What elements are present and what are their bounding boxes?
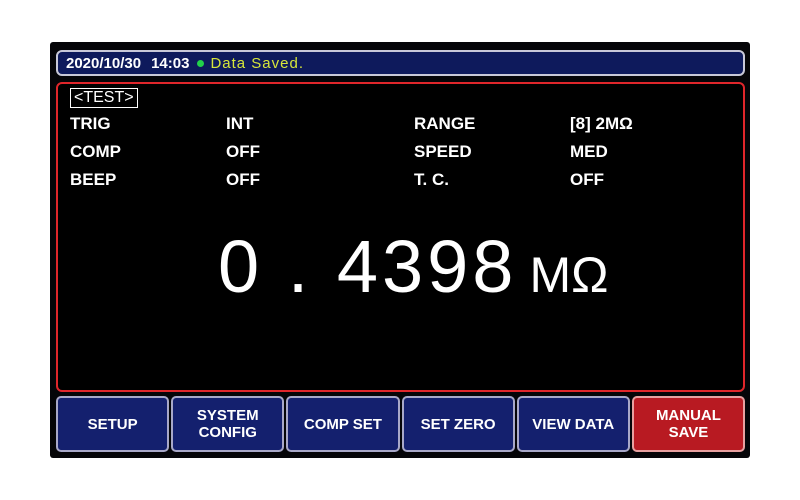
page-tag: <TEST>: [70, 88, 138, 108]
manual-save-button[interactable]: MANUAL SAVE: [631, 396, 746, 452]
beep-value[interactable]: OFF: [226, 170, 260, 190]
trig-label: TRIG: [70, 114, 111, 133]
status-bar: 2020/10/30 14:03 Data Saved.: [56, 50, 745, 76]
range-label: RANGE: [414, 114, 476, 133]
trig-value[interactable]: INT: [226, 114, 253, 134]
comp-label: COMP: [70, 142, 121, 161]
measurement-unit: MΩ: [529, 247, 609, 303]
measurement-panel: <TEST> TRIG INT COMP OFF BEEP OFF RANGE …: [56, 82, 745, 392]
speed-value[interactable]: MED: [570, 142, 608, 162]
beep-label: BEEP: [70, 170, 117, 189]
speed-label: SPEED: [414, 142, 472, 161]
measurement-reading: 0 . 4398 MΩ: [218, 224, 609, 309]
setup-button[interactable]: SETUP: [56, 396, 170, 452]
status-date: 2020/10/30: [66, 54, 142, 72]
softkey-bar: SETUP SYSTEM CONFIG COMP SET SET ZERO VI…: [56, 396, 746, 452]
comp-value[interactable]: OFF: [226, 142, 260, 162]
set-zero-button[interactable]: SET ZERO: [401, 396, 515, 452]
status-message: Data Saved.: [210, 54, 305, 72]
system-config-button[interactable]: SYSTEM CONFIG: [171, 396, 285, 452]
tc-label: T. C.: [414, 170, 449, 189]
status-time: 14:03: [151, 54, 190, 72]
tc-value[interactable]: OFF: [570, 170, 604, 190]
view-data-button[interactable]: VIEW DATA: [516, 396, 630, 452]
comp-set-button[interactable]: COMP SET: [286, 396, 400, 452]
range-value[interactable]: [8] 2MΩ: [570, 114, 633, 134]
measurement-value: 0 . 4398: [218, 225, 518, 308]
instrument-screen: 2020/10/30 14:03 Data Saved. <TEST> TRIG…: [50, 42, 750, 458]
status-indicator-icon: [197, 59, 205, 67]
